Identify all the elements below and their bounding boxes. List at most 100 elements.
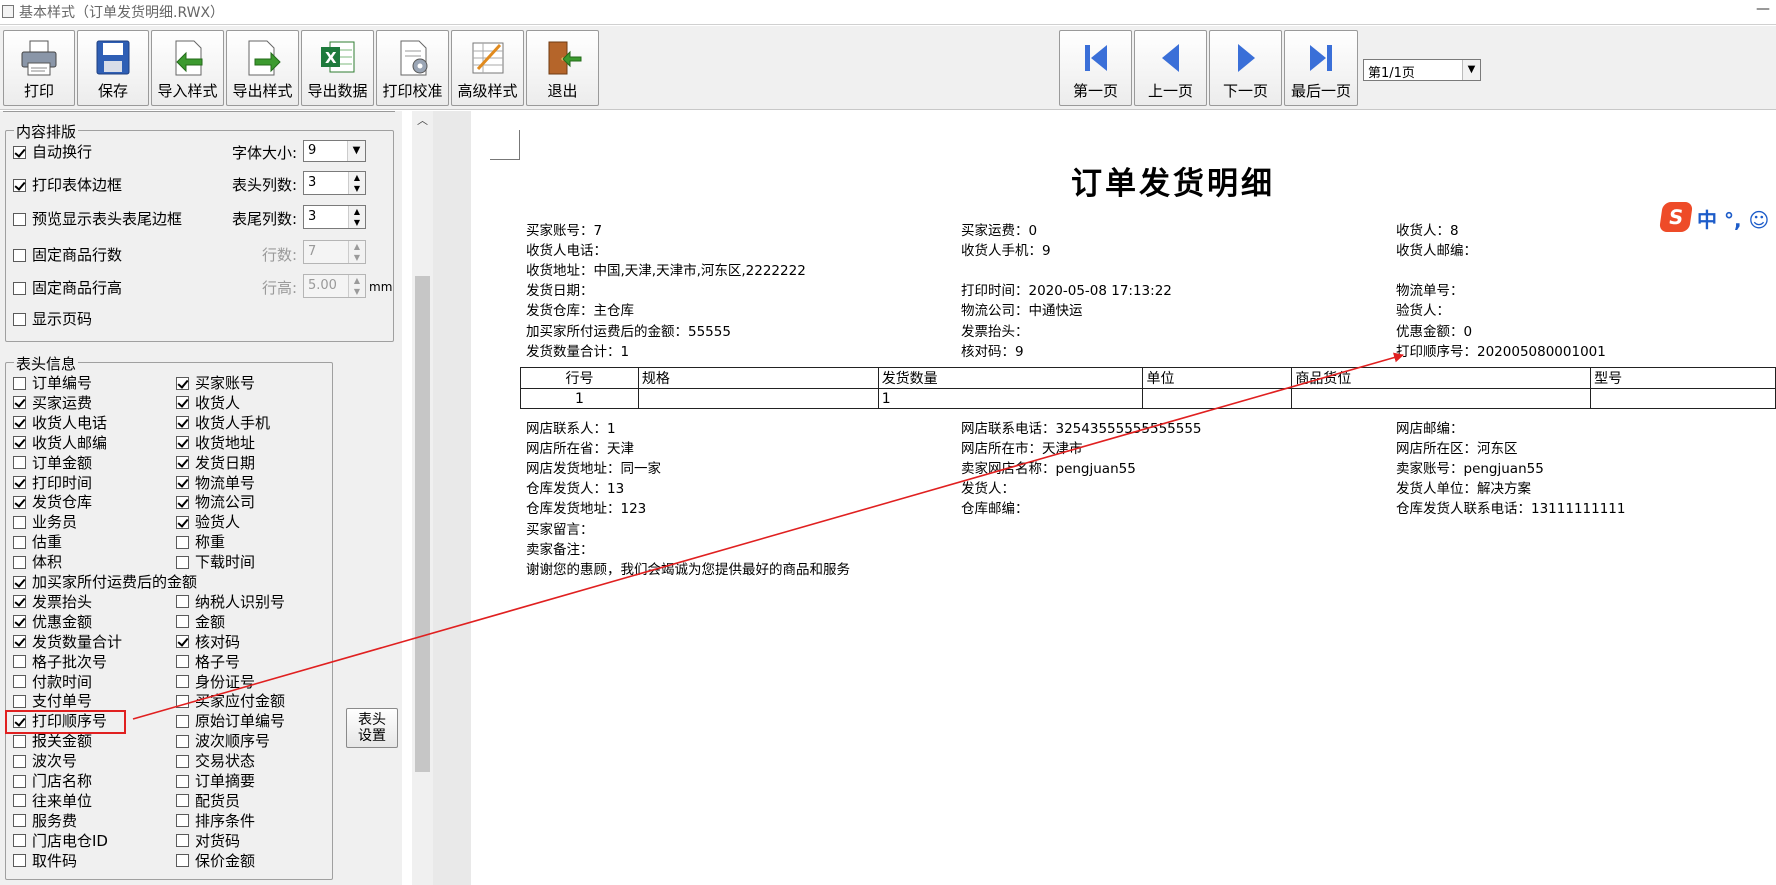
- header-info-item[interactable]: 身份证号: [176, 673, 255, 691]
- fixed-row-count-checkbox[interactable]: 固定商品行数: [13, 246, 122, 264]
- print-table-border-box[interactable]: [13, 178, 26, 192]
- chevron-down-icon[interactable]: ▼: [347, 141, 365, 161]
- stepper-arrows[interactable]: ▲ ▼: [348, 275, 365, 297]
- header-info-checkbox[interactable]: [176, 615, 189, 629]
- header-info-checkbox[interactable]: [176, 794, 189, 808]
- up-arrow-icon[interactable]: ▲: [349, 206, 365, 217]
- header-info-checkbox[interactable]: [176, 714, 189, 728]
- header-info-item[interactable]: 加买家所付运费后的金额: [13, 573, 197, 591]
- minimize-button[interactable]: —: [1756, 1, 1770, 17]
- header-info-item[interactable]: 买家运费: [13, 394, 92, 412]
- header-info-item[interactable]: 发货日期: [176, 454, 255, 472]
- export-style-button[interactable]: 导出样式: [226, 30, 299, 106]
- fixed-row-height-checkbox[interactable]: 固定商品行高: [13, 279, 122, 297]
- header-info-checkbox[interactable]: [13, 476, 26, 489]
- auto-wrap-checkbox[interactable]: 自动换行: [13, 143, 92, 161]
- header-info-checkbox[interactable]: [13, 436, 26, 450]
- header-info-checkbox[interactable]: [13, 834, 26, 848]
- header-info-item[interactable]: 取件码: [13, 852, 77, 870]
- import-style-button[interactable]: 导入样式: [151, 30, 224, 106]
- header-info-item[interactable]: 买家账号: [176, 374, 255, 392]
- header-info-checkbox[interactable]: [13, 814, 26, 828]
- header-settings-button[interactable]: 表头 设置: [346, 708, 398, 748]
- header-info-checkbox[interactable]: [176, 774, 189, 788]
- print-calibrate-button[interactable]: 打印校准: [376, 30, 449, 106]
- header-info-checkbox[interactable]: [13, 376, 26, 390]
- header-info-checkbox[interactable]: [176, 754, 189, 768]
- header-info-item[interactable]: 报关金额: [13, 732, 92, 750]
- header-info-item[interactable]: 服务费: [13, 812, 77, 830]
- header-info-checkbox[interactable]: [176, 416, 189, 430]
- row-height-stepper[interactable]: 5.00 ▲ ▼: [303, 274, 366, 298]
- header-info-checkbox[interactable]: [13, 675, 26, 688]
- header-info-item[interactable]: 纳税人识别号: [176, 593, 285, 611]
- print-button[interactable]: 打印: [3, 30, 75, 106]
- vertical-scrollbar[interactable]: ︿: [412, 111, 433, 885]
- font-size-select[interactable]: 9 ▼: [303, 140, 366, 162]
- header-info-checkbox[interactable]: [176, 854, 189, 868]
- header-info-checkbox[interactable]: [176, 535, 189, 549]
- header-info-item[interactable]: 业务员: [13, 513, 77, 531]
- header-info-item[interactable]: 收货人: [176, 394, 240, 412]
- down-arrow-icon[interactable]: ▼: [349, 286, 365, 297]
- header-info-checkbox[interactable]: [13, 515, 26, 529]
- chevron-down-icon[interactable]: ▼: [1462, 60, 1480, 80]
- footer-cols-stepper[interactable]: 3 ▲ ▼: [303, 205, 366, 229]
- header-info-item[interactable]: 排序条件: [176, 812, 255, 830]
- header-info-checkbox[interactable]: [176, 555, 189, 569]
- header-info-checkbox[interactable]: [176, 456, 189, 470]
- header-info-checkbox[interactable]: [13, 615, 26, 629]
- header-info-checkbox[interactable]: [13, 734, 26, 748]
- header-info-item[interactable]: 订单摘要: [176, 772, 255, 790]
- header-info-item[interactable]: 订单编号: [13, 374, 92, 392]
- auto-wrap-box[interactable]: [13, 145, 26, 159]
- header-info-item[interactable]: 门店名称: [13, 772, 92, 790]
- header-info-item[interactable]: 订单金额: [13, 454, 92, 472]
- down-arrow-icon[interactable]: ▼: [349, 183, 365, 194]
- header-info-checkbox[interactable]: [13, 854, 26, 868]
- header-info-item[interactable]: 称重: [176, 533, 225, 551]
- up-arrow-icon[interactable]: ▲: [349, 172, 365, 183]
- header-info-checkbox[interactable]: [176, 396, 189, 410]
- header-info-item[interactable]: 物流公司: [176, 493, 255, 511]
- header-info-item[interactable]: 收货人邮编: [13, 434, 107, 452]
- header-info-item[interactable]: 格子批次号: [13, 653, 107, 671]
- sogou-logo-icon[interactable]: S: [1658, 202, 1694, 232]
- header-info-checkbox[interactable]: [13, 595, 26, 609]
- scroll-thumb[interactable]: [415, 276, 430, 772]
- header-info-checkbox[interactable]: [176, 814, 189, 828]
- header-info-checkbox[interactable]: [13, 754, 26, 768]
- rows-stepper[interactable]: 7 ▲ ▼: [303, 240, 366, 264]
- header-info-item[interactable]: 波次顺序号: [176, 732, 270, 750]
- header-info-item[interactable]: 下载时间: [176, 553, 255, 571]
- header-info-checkbox[interactable]: [176, 476, 189, 489]
- header-info-checkbox[interactable]: [176, 595, 189, 609]
- next-page-button[interactable]: 下一页: [1209, 30, 1282, 106]
- header-info-item[interactable]: 金额: [176, 613, 225, 631]
- header-info-checkbox[interactable]: [176, 675, 189, 688]
- header-info-item[interactable]: 收货人电话: [13, 414, 107, 432]
- header-info-checkbox[interactable]: [176, 495, 189, 509]
- header-info-item[interactable]: 估重: [13, 533, 62, 551]
- header-info-item[interactable]: 发票抬头: [13, 593, 92, 611]
- header-info-checkbox[interactable]: [13, 635, 26, 649]
- header-info-item[interactable]: 收货地址: [176, 434, 255, 452]
- header-info-item[interactable]: 格子号: [176, 653, 240, 671]
- header-info-checkbox[interactable]: [176, 436, 189, 450]
- header-info-checkbox[interactable]: [13, 456, 26, 470]
- stepper-arrows[interactable]: ▲ ▼: [348, 206, 365, 228]
- header-info-checkbox[interactable]: [176, 834, 189, 848]
- header-info-item[interactable]: 付款时间: [13, 673, 92, 691]
- fixed-row-count-box[interactable]: [13, 248, 26, 262]
- down-arrow-icon[interactable]: ▼: [349, 252, 365, 263]
- exit-button[interactable]: 退出: [526, 30, 599, 106]
- header-info-item[interactable]: 体积: [13, 553, 62, 571]
- header-info-checkbox[interactable]: [13, 555, 26, 569]
- header-info-checkbox[interactable]: [176, 376, 189, 390]
- header-info-checkbox[interactable]: [176, 734, 189, 748]
- header-info-checkbox[interactable]: [13, 774, 26, 788]
- fixed-row-height-box[interactable]: [13, 281, 26, 295]
- first-page-button[interactable]: 第一页: [1059, 30, 1132, 106]
- advanced-style-button[interactable]: 高级样式: [451, 30, 524, 106]
- header-info-item[interactable]: 支付单号: [13, 692, 92, 710]
